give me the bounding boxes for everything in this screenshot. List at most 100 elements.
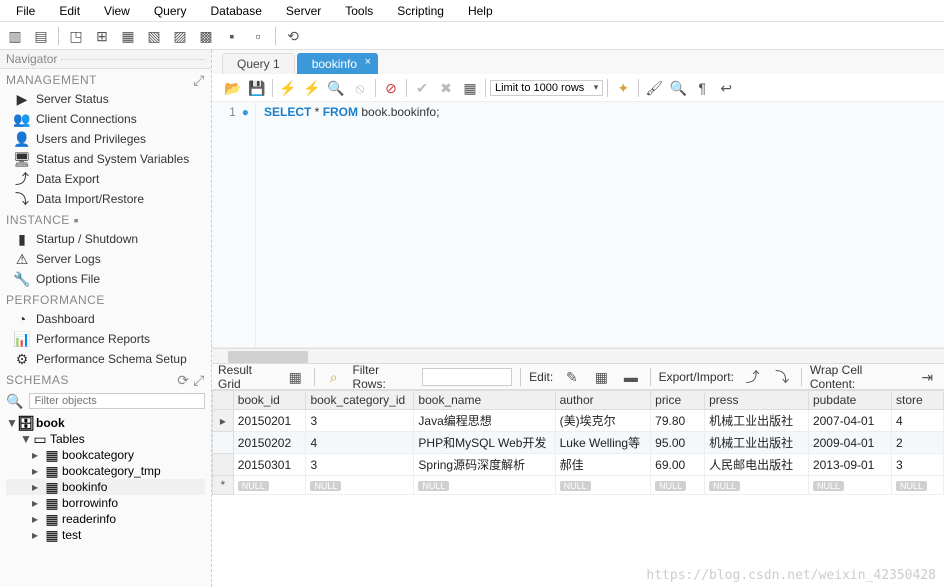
cell[interactable]: 69.00 [651,454,705,476]
col-pubdate[interactable]: pubdate [808,391,891,410]
menu-scripting[interactable]: Scripting [385,2,456,20]
cell[interactable]: Java编程思想 [414,410,555,432]
cell[interactable]: 3 [892,454,944,476]
db-icon[interactable]: ▦ [117,25,139,47]
menu-tools[interactable]: Tools [333,2,385,20]
tree-table-borrowinfo[interactable]: ▸▦borrowinfo [6,495,205,511]
menu-database[interactable]: Database [199,2,274,20]
table-row[interactable]: 201502024PHP和MySQL Web开发Luke Welling等95.… [213,432,944,454]
menu-server[interactable]: Server [274,2,333,20]
nav-dashboard[interactable]: ◔Dashboard [0,309,211,329]
tab-query1[interactable]: Query 1 [222,53,295,74]
db-rev-icon[interactable]: ▨ [169,25,191,47]
nav-status-vars[interactable]: 🖥Status and System Variables [0,149,211,169]
nav-server-status[interactable]: ▶Server Status [0,89,211,109]
edit-icon[interactable]: ✎ [561,366,582,388]
inspector-icon[interactable]: ◳ [65,25,87,47]
rollback-icon[interactable]: ✖ [435,77,457,99]
db-script-icon[interactable]: ▪ [221,25,243,47]
cell[interactable]: 20150202 [233,432,306,454]
sql-editor[interactable]: 1● SELECT * FROM book.bookinfo; [212,102,944,348]
cell[interactable]: 机械工业出版社 [705,432,809,454]
row-header[interactable]: * [213,476,234,495]
cell[interactable]: 人民邮电出版社 [705,454,809,476]
row-header[interactable] [213,454,234,476]
nav-options-file[interactable]: 🔧Options File [0,269,211,289]
open-icon[interactable]: 📂 [222,77,244,99]
autocommit-icon[interactable]: ▦ [459,77,481,99]
db-refresh-icon[interactable]: ⟲ [282,25,304,47]
stop-icon[interactable]: ⦸ [349,77,371,99]
edit-row-icon[interactable]: ▦ [591,366,612,388]
save-icon[interactable]: 💾 [246,77,268,99]
export-icon[interactable]: ⤴ [742,366,763,388]
col-book-name[interactable]: book_name [414,391,555,410]
delete-row-icon[interactable]: ▬ [620,366,641,388]
menu-query[interactable]: Query [142,2,199,20]
row-header[interactable] [213,432,234,454]
col-price[interactable]: price [651,391,705,410]
cell[interactable]: 4 [892,410,944,432]
cell[interactable]: Spring源码深度解析 [414,454,555,476]
db-add-icon[interactable]: ⊞ [91,25,113,47]
db-model-icon[interactable]: ▩ [195,25,217,47]
nav-data-import[interactable]: ⤵Data Import/Restore [0,189,211,209]
menu-edit[interactable]: Edit [47,2,92,20]
tree-table-bookcategory-tmp[interactable]: ▸▦bookcategory_tmp [6,463,205,479]
refresh-icon[interactable]: ⟳ [177,373,189,387]
cell[interactable]: 20150301 [233,454,306,476]
nav-server-logs[interactable]: ⚠Server Logs [0,249,211,269]
cell-null[interactable]: NULL [233,476,306,495]
nav-data-export[interactable]: ⤴Data Export [0,169,211,189]
nav-startup[interactable]: ▮Startup / Shutdown [0,229,211,249]
db-search-icon[interactable]: ▫ [247,25,269,47]
horizontal-scrollbar[interactable] [212,348,944,364]
result-grid[interactable]: book_id book_category_id book_name autho… [212,390,944,495]
cell-null[interactable]: NULL [651,476,705,495]
cell[interactable]: (美)埃克尔 [555,410,651,432]
menu-help[interactable]: Help [456,2,505,20]
col-press[interactable]: press [705,391,809,410]
tab-bookinfo[interactable]: bookinfo [297,53,378,74]
nav-users[interactable]: 👤Users and Privileges [0,129,211,149]
cell[interactable]: 4 [306,432,414,454]
cell-null[interactable]: NULL [414,476,555,495]
filter-rows-input[interactable] [422,368,512,386]
tree-tables[interactable]: ▼▭Tables [6,431,205,447]
menu-view[interactable]: View [92,2,142,20]
nav-perf-schema[interactable]: ⚙Performance Schema Setup [0,349,211,369]
cell[interactable]: 3 [306,454,414,476]
cell[interactable]: 2009-04-01 [808,432,891,454]
scrollbar-thumb[interactable] [228,351,308,363]
cell-null[interactable]: NULL [705,476,809,495]
cell[interactable]: PHP和MySQL Web开发 [414,432,555,454]
execute-cursor-icon[interactable]: ⚡ [301,77,323,99]
db-sync-icon[interactable]: ▧ [143,25,165,47]
tree-table-bookcategory[interactable]: ▸▦bookcategory [6,447,205,463]
cell[interactable]: 3 [306,410,414,432]
col-book-category-id[interactable]: book_category_id [306,391,414,410]
beautify-icon[interactable]: ✦ [612,77,634,99]
col-author[interactable]: author [555,391,651,410]
col-book-id[interactable]: book_id [233,391,306,410]
table-row-null[interactable]: *NULLNULLNULLNULLNULLNULLNULLNULL [213,476,944,495]
wrap-icon[interactable]: ↩ [715,77,737,99]
cell[interactable]: 79.80 [651,410,705,432]
cell[interactable]: 2007-04-01 [808,410,891,432]
cell[interactable]: 2013-09-01 [808,454,891,476]
wrap-cell-icon[interactable]: ⇥ [916,366,937,388]
expand-icon[interactable]: ⤢ [193,73,205,87]
filter-icon[interactable]: ⌕ [323,366,344,388]
cell-null[interactable]: NULL [892,476,944,495]
cell[interactable]: 郝佳 [555,454,651,476]
cell[interactable]: 95.00 [651,432,705,454]
menu-file[interactable]: File [4,2,47,20]
col-store[interactable]: store [892,391,944,410]
commit-icon[interactable]: ✔ [411,77,433,99]
explain-icon[interactable]: 🔍 [325,77,347,99]
table-row[interactable]: 201503013Spring源码深度解析郝佳69.00人民邮电出版社2013-… [213,454,944,476]
cell[interactable]: Luke Welling等 [555,432,651,454]
invisible-icon[interactable]: ¶ [691,77,713,99]
row-header[interactable]: ▸ [213,410,234,432]
execute-icon[interactable]: ⚡ [277,77,299,99]
